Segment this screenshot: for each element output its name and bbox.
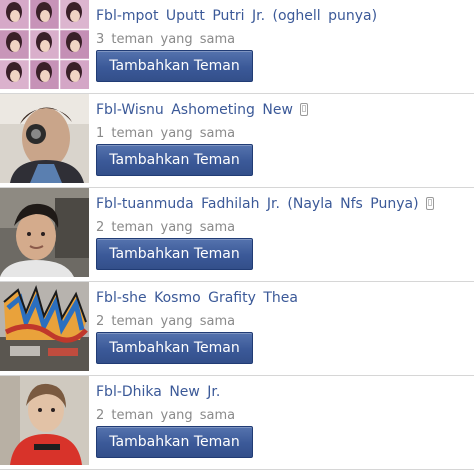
mutual-friends-count: 1 teman yang sama — [96, 126, 236, 141]
mobile-phone-icon — [425, 196, 434, 210]
profile-photo[interactable] — [0, 188, 89, 277]
mutual-friends-count: 2 teman yang sama — [96, 220, 236, 235]
friend-suggestion-list: Fbl-mpot Uputt Putri Jr. (oghell punya) … — [0, 0, 474, 470]
profile-photo[interactable] — [0, 282, 89, 371]
friend-suggestion-item: Fbl-Dhika New Jr. 2 teman yang sama Tamb… — [0, 376, 474, 470]
friend-suggestion-item: Fbl-Wisnu Ashometing New 1 teman yang sa… — [0, 94, 474, 188]
friend-name-link[interactable]: Fbl-tuanmuda Fadhilah Jr. (Nayla Nfs Pun… — [96, 196, 468, 212]
friend-name-link[interactable]: Fbl-Dhika New Jr. — [96, 384, 468, 400]
friend-name[interactable]: Fbl-tuanmuda Fadhilah Jr. (Nayla Nfs Pun… — [96, 196, 419, 212]
friend-name[interactable]: Fbl-Wisnu Ashometing New — [96, 102, 293, 118]
add-friend-button[interactable]: Tambahkan Teman — [96, 238, 253, 270]
friend-name-link[interactable]: Fbl-Wisnu Ashometing New — [96, 102, 468, 118]
mutual-friends-count: 3 teman yang sama — [96, 32, 236, 47]
profile-photo[interactable] — [0, 0, 89, 89]
friend-suggestion-item: Fbl-she Kosmo Grafity Thea 2 teman yang … — [0, 282, 474, 376]
add-friend-button[interactable]: Tambahkan Teman — [96, 144, 253, 176]
mutual-friends-count: 2 teman yang sama — [96, 314, 236, 329]
friend-name-link[interactable]: Fbl-mpot Uputt Putri Jr. (oghell punya) — [96, 8, 468, 24]
friend-suggestion-item: Fbl-tuanmuda Fadhilah Jr. (Nayla Nfs Pun… — [0, 188, 474, 282]
add-friend-button[interactable]: Tambahkan Teman — [96, 332, 253, 364]
friend-suggestion-item: Fbl-mpot Uputt Putri Jr. (oghell punya) … — [0, 0, 474, 94]
friend-name[interactable]: Fbl-Dhika New Jr. — [96, 384, 220, 400]
mutual-friends-count: 2 teman yang sama — [96, 408, 236, 423]
profile-photo[interactable] — [0, 376, 89, 465]
friend-name[interactable]: Fbl-she Kosmo Grafity Thea — [96, 290, 298, 306]
add-friend-button[interactable]: Tambahkan Teman — [96, 50, 253, 82]
mobile-phone-icon — [299, 102, 308, 116]
profile-photo[interactable] — [0, 94, 89, 183]
friend-name-link[interactable]: Fbl-she Kosmo Grafity Thea — [96, 290, 468, 306]
add-friend-button[interactable]: Tambahkan Teman — [96, 426, 253, 458]
friend-name[interactable]: Fbl-mpot Uputt Putri Jr. (oghell punya) — [96, 8, 377, 24]
